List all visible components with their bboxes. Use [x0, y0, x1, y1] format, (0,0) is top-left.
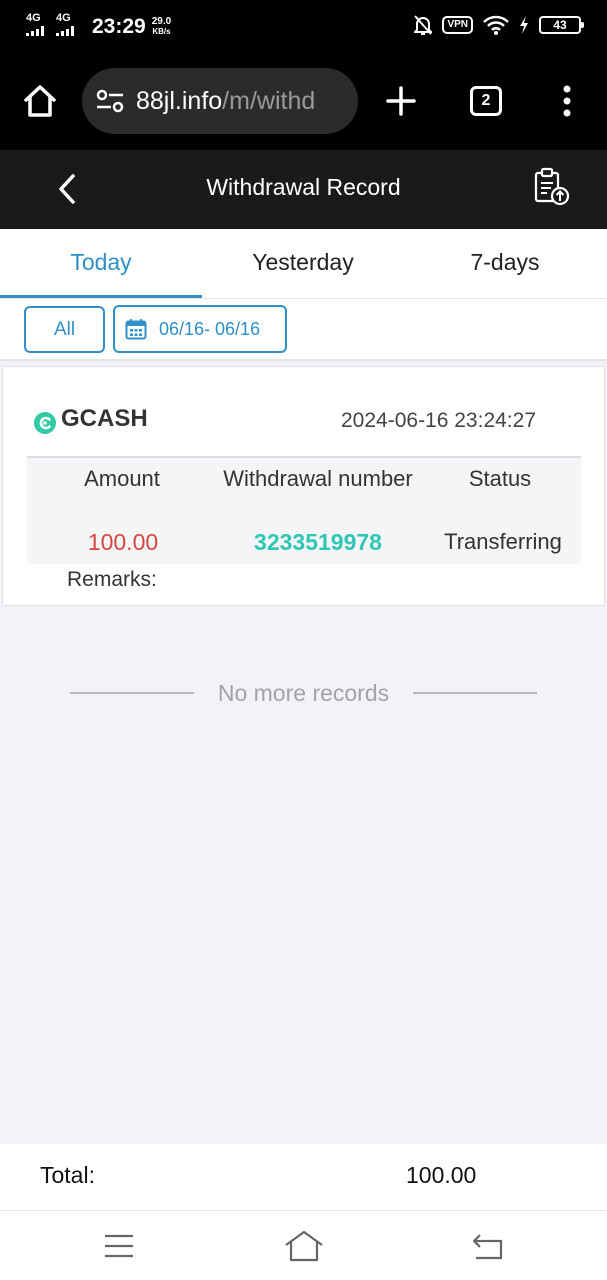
gcash-logo-icon — [34, 412, 56, 434]
amount-value: 100.00 — [87, 529, 159, 555]
withdrawal-record-card[interactable]: GCASH 2024-06-16 23:24:27 Amount Withdra… — [2, 366, 605, 606]
vpn-badge: VPN — [442, 16, 473, 34]
charging-icon — [520, 16, 528, 34]
remarks: Remarks: — [67, 568, 157, 592]
speed-value: 29.0 — [151, 16, 172, 27]
signal-bars-icon — [56, 26, 74, 36]
calendar-icon — [125, 319, 147, 340]
network-type-2: 4G — [56, 12, 71, 24]
tab-yesterday[interactable]: Yesterday — [202, 229, 404, 299]
home-nav-icon[interactable] — [284, 1229, 324, 1263]
withdrawal-number-value[interactable]: 3233519978 — [235, 529, 401, 556]
signal-2: 4G — [56, 12, 82, 38]
app-header: Withdrawal Record — [0, 150, 607, 229]
no-more-records-text: No more records — [217, 680, 390, 706]
total-label: Total: — [40, 1162, 95, 1188]
status-header: Status — [468, 466, 532, 491]
home-icon[interactable] — [22, 83, 58, 119]
record-details: Amount Withdrawal number Status 100.00 3… — [27, 456, 581, 564]
signal-bars-icon — [26, 26, 44, 36]
signal-1: 4G — [26, 12, 52, 38]
status-bar: 4G 4G 23:29 29.0 KB/s VPN 43 — [0, 0, 607, 56]
browser-toolbar: 88jl.info/m/withd 2 — [0, 56, 607, 150]
remarks-label: Remarks — [67, 568, 152, 591]
payment-method: GCASH — [61, 405, 148, 432]
new-tab-plus-icon[interactable] — [386, 86, 416, 116]
address-bar[interactable]: 88jl.info/m/withd — [82, 68, 358, 134]
status-left: 4G 4G 23:29 29.0 KB/s — [26, 12, 171, 42]
page-title: Withdrawal Record — [206, 174, 401, 200]
back-nav-icon[interactable] — [472, 1231, 504, 1261]
network-type-1: 4G — [26, 12, 41, 24]
more-menu-icon[interactable] — [562, 85, 572, 117]
amount-header: Amount — [84, 466, 160, 491]
active-tab-indicator — [0, 295, 202, 298]
status-value: Transferring — [444, 529, 562, 554]
bell-off-icon — [414, 15, 433, 35]
wifi-icon — [483, 15, 509, 35]
url-path: /m/withd — [222, 86, 316, 115]
url-text: 88jl.info/m/withd — [136, 87, 315, 116]
recent-apps-menu-icon[interactable] — [104, 1233, 134, 1259]
site-settings-icon[interactable] — [96, 89, 124, 113]
divider-right — [413, 692, 537, 694]
type-filter-button[interactable]: All — [24, 306, 105, 353]
network-speed: 29.0 KB/s — [151, 16, 172, 37]
date-range-text: 06/16- 06/16 — [159, 318, 261, 339]
back-chevron-icon[interactable] — [52, 172, 82, 206]
divider-left — [70, 692, 194, 694]
list-end-indicator: No more records — [70, 678, 537, 708]
system-nav-bar — [0, 1210, 607, 1280]
url-host: 88jl.info — [136, 86, 223, 115]
date-tabs: Today Yesterday 7-days — [0, 229, 607, 299]
clipboard-upload-icon[interactable] — [532, 167, 572, 207]
tab-7-days[interactable]: 7-days — [404, 229, 606, 299]
withdrawal-number-header: Withdrawal number — [223, 466, 413, 491]
status-right: VPN 43 — [414, 15, 584, 35]
date-range-button[interactable]: 06/16- 06/16 — [113, 305, 287, 353]
speed-unit: KB/s — [152, 27, 171, 36]
tab-today[interactable]: Today — [0, 229, 202, 299]
record-datetime: 2024-06-16 23:24:27 — [341, 409, 536, 432]
tab-switcher-button[interactable]: 2 — [470, 86, 502, 116]
remarks-separator: : — [151, 568, 157, 591]
filter-row: All 06/16- 06/16 — [0, 299, 607, 361]
total-value: 100.00 — [406, 1162, 477, 1188]
clock: 23:29 — [92, 15, 146, 38]
battery-indicator: 43 — [539, 16, 584, 34]
total-bar: Total: 100.00 — [0, 1144, 607, 1210]
